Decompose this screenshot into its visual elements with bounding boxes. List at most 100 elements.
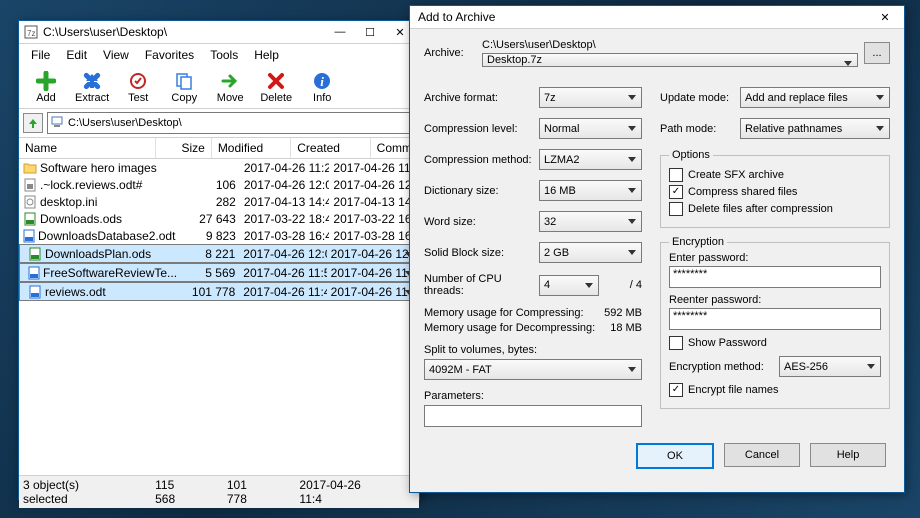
split-select[interactable]: 4092M - FAT bbox=[424, 359, 642, 380]
add-icon bbox=[35, 70, 57, 92]
file-modified: 2017-03-28 16:48 bbox=[240, 229, 330, 243]
svg-text:i: i bbox=[320, 74, 324, 89]
delete-after-checkbox[interactable]: Delete files after compression bbox=[669, 202, 881, 216]
archive-path: C:\Users\user\Desktop\ bbox=[482, 39, 858, 51]
info-button[interactable]: iInfo bbox=[299, 68, 345, 106]
menu-help[interactable]: Help bbox=[246, 46, 287, 64]
delete-button[interactable]: Delete bbox=[253, 68, 299, 106]
file-row[interactable]: reviews.odt101 7782017-04-26 11:422017-0… bbox=[19, 282, 419, 301]
file-row[interactable]: .~lock.reviews.odt#1062017-04-26 12:0620… bbox=[19, 176, 419, 193]
extract-button[interactable]: Extract bbox=[69, 68, 115, 106]
menu-favorites[interactable]: Favorites bbox=[137, 46, 202, 64]
options-legend: Options bbox=[669, 149, 713, 161]
encryption-legend: Encryption bbox=[669, 236, 727, 248]
dict-label: Dictionary size: bbox=[424, 185, 539, 197]
level-select[interactable]: Normal bbox=[539, 118, 642, 139]
method-label: Compression method: bbox=[424, 154, 539, 166]
file-size: 8 221 bbox=[180, 247, 240, 261]
level-label: Compression level: bbox=[424, 123, 539, 135]
menu-file[interactable]: File bbox=[23, 46, 58, 64]
file-icon bbox=[23, 161, 37, 175]
block-label: Solid Block size: bbox=[424, 247, 539, 259]
address-field[interactable]: C:\Users\user\Desktop\ bbox=[47, 112, 415, 134]
col-modified[interactable]: Modified bbox=[212, 138, 291, 158]
show-password-checkbox[interactable]: Show Password bbox=[669, 336, 881, 350]
file-row[interactable]: Software hero images2017-04-26 11:292017… bbox=[19, 159, 419, 176]
sfx-checkbox[interactable]: Create SFX archive bbox=[669, 168, 881, 182]
col-created[interactable]: Created bbox=[291, 138, 370, 158]
dict-select[interactable]: 16 MB bbox=[539, 180, 642, 201]
param-input[interactable] bbox=[424, 405, 642, 427]
test-button[interactable]: Test bbox=[115, 68, 161, 106]
dialog-close-button[interactable]: ✕ bbox=[870, 7, 900, 27]
file-row[interactable]: DownloadsDatabase2.odt9 8232017-03-28 16… bbox=[19, 227, 419, 244]
file-icon bbox=[23, 212, 37, 226]
enc-method-label: Encryption method: bbox=[669, 361, 779, 373]
format-select[interactable]: 7z bbox=[539, 87, 642, 108]
status-size2: 101 778 bbox=[227, 478, 270, 506]
format-label: Archive format: bbox=[424, 92, 539, 104]
block-select[interactable]: 2 GB bbox=[539, 242, 642, 263]
browse-button[interactable]: ... bbox=[864, 42, 890, 64]
add-button[interactable]: Add bbox=[23, 68, 69, 106]
ok-button[interactable]: OK bbox=[636, 443, 714, 469]
move-button[interactable]: Move bbox=[207, 68, 253, 106]
param-label: Parameters: bbox=[424, 390, 642, 402]
password2-input[interactable]: ******** bbox=[669, 308, 881, 330]
col-name[interactable]: Name bbox=[19, 138, 156, 158]
file-row[interactable]: FreeSoftwareReviewTe...5 5692017-04-26 1… bbox=[19, 263, 419, 282]
enc-method-select[interactable]: AES-256 bbox=[779, 356, 881, 377]
menu-view[interactable]: View bbox=[95, 46, 137, 64]
statusbar: 3 object(s) selected 115 568 101 778 201… bbox=[19, 475, 419, 508]
file-icon bbox=[23, 178, 37, 192]
file-name: DownloadsPlan.ods bbox=[45, 247, 151, 261]
file-size: 282 bbox=[179, 195, 240, 209]
toolbar: AddExtractTestCopyMoveDeleteiInfo bbox=[19, 66, 419, 109]
up-button[interactable] bbox=[23, 113, 43, 133]
password-input[interactable]: ******** bbox=[669, 266, 881, 288]
memc-label: Memory usage for Compressing: bbox=[424, 307, 584, 319]
file-icon bbox=[23, 229, 35, 243]
method-select[interactable]: LZMA2 bbox=[539, 149, 642, 170]
file-size: 5 569 bbox=[180, 266, 240, 280]
word-select[interactable]: 32 bbox=[539, 211, 642, 232]
memc-value: 592 MB bbox=[604, 307, 642, 319]
col-size[interactable]: Size bbox=[156, 138, 212, 158]
encrypt-filenames-checkbox[interactable]: ✓Encrypt file names bbox=[669, 383, 881, 397]
archive-name-field[interactable]: Desktop.7z bbox=[482, 53, 858, 67]
menu-tools[interactable]: Tools bbox=[202, 46, 246, 64]
dialog-titlebar[interactable]: Add to Archive ✕ bbox=[410, 6, 904, 29]
copy-button[interactable]: Copy bbox=[161, 68, 207, 106]
memd-label: Memory usage for Decompressing: bbox=[424, 322, 595, 334]
file-name: Software hero images bbox=[40, 161, 157, 175]
maximize-button[interactable]: ☐ bbox=[355, 22, 385, 42]
menu-edit[interactable]: Edit bbox=[58, 46, 95, 64]
extract-icon bbox=[81, 70, 103, 92]
file-created: 2017-04-26 11:49 bbox=[327, 266, 414, 280]
address-text: C:\Users\user\Desktop\ bbox=[68, 117, 182, 129]
file-modified: 2017-04-26 12:04 bbox=[239, 247, 326, 261]
pathmode-select[interactable]: Relative pathnames bbox=[740, 118, 890, 139]
update-select[interactable]: Add and replace files bbox=[740, 87, 890, 108]
file-list[interactable]: Software hero images2017-04-26 11:292017… bbox=[19, 159, 419, 475]
file-created: 2017-04-13 14:40 bbox=[329, 195, 419, 209]
file-manager-window: 7z C:\Users\user\Desktop\ — ☐ ✕ File Edi… bbox=[18, 20, 420, 500]
left-column: Archive format:7z Compression level:Norm… bbox=[424, 87, 642, 427]
options-group: Options Create SFX archive ✓Compress sha… bbox=[660, 149, 890, 228]
file-icon bbox=[28, 247, 42, 261]
cpu-select[interactable]: 4 bbox=[539, 275, 599, 296]
file-row[interactable]: desktop.ini2822017-04-13 14:402017-04-13… bbox=[19, 193, 419, 210]
svg-text:7z: 7z bbox=[27, 29, 35, 38]
shared-checkbox[interactable]: ✓Compress shared files bbox=[669, 185, 881, 199]
help-button[interactable]: Help bbox=[810, 443, 886, 467]
copy-icon bbox=[173, 70, 195, 92]
file-modified: 2017-03-22 18:46 bbox=[240, 212, 330, 226]
file-name: .~lock.reviews.odt# bbox=[40, 178, 142, 192]
file-created: 2017-04-26 11:27 bbox=[329, 161, 419, 175]
file-row[interactable]: Downloads.ods27 6432017-03-22 18:462017-… bbox=[19, 210, 419, 227]
minimize-button[interactable]: — bbox=[325, 22, 355, 42]
cancel-button[interactable]: Cancel bbox=[724, 443, 800, 467]
test-icon bbox=[127, 70, 149, 92]
file-row[interactable]: DownloadsPlan.ods8 2212017-04-26 12:0420… bbox=[19, 244, 419, 263]
titlebar[interactable]: 7z C:\Users\user\Desktop\ — ☐ ✕ bbox=[19, 21, 419, 44]
